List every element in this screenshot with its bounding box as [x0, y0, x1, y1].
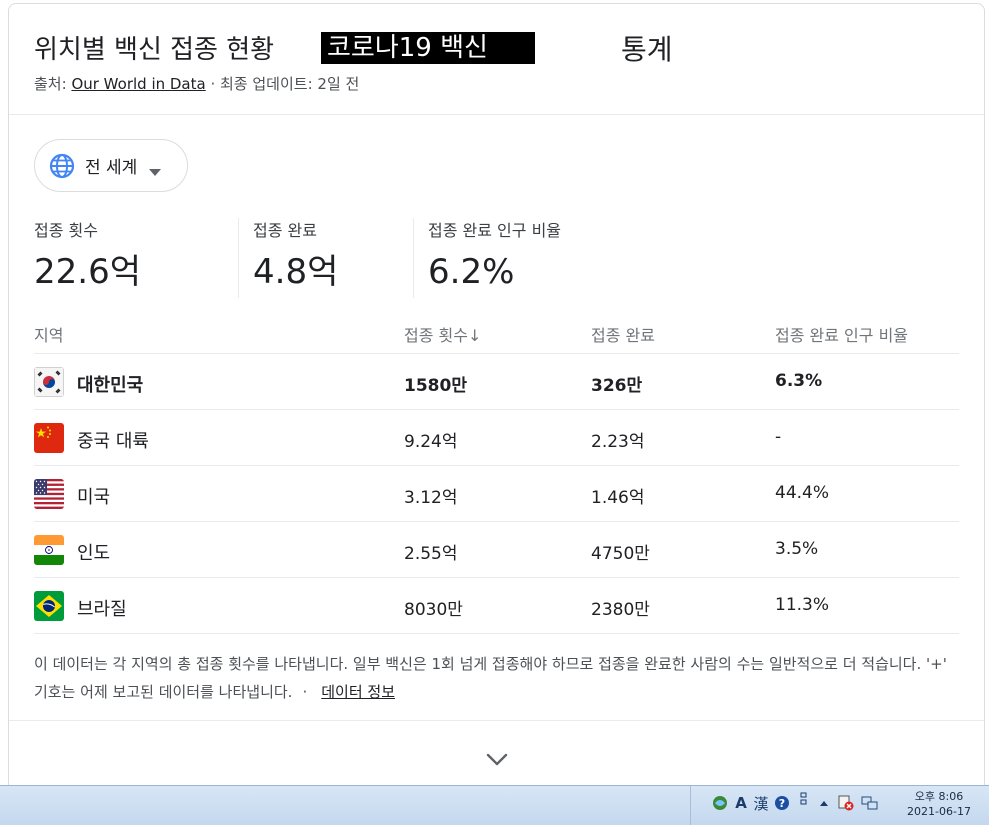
region-select-button[interactable]: 전 세계	[34, 139, 188, 192]
title-highlight: 코로나19 백신	[321, 32, 535, 64]
region-name: 중국 대륙	[77, 431, 149, 452]
stat-divider	[413, 218, 414, 298]
table-row[interactable]: 브라질 8030만 2380만 11.3%	[34, 578, 959, 634]
table-row[interactable]: 중국 대륙 9.24억 2.23억 -	[34, 410, 959, 466]
region-name: 대한민국	[77, 375, 144, 396]
column-header-fully-vaccinated[interactable]: 접종 완료	[591, 322, 655, 346]
column-header-pct[interactable]: 접종 완료 인구 비율	[775, 322, 908, 346]
footnote-separator: ·	[302, 683, 308, 701]
expand-button[interactable]	[481, 744, 513, 776]
pct-value: -	[775, 427, 782, 447]
stat-label: 접종 완료 인구 비율	[428, 221, 562, 240]
fully-vaccinated-value: 1.46억	[591, 488, 645, 508]
region-name: 인도	[77, 543, 111, 564]
source-prefix: 출처:	[34, 75, 72, 93]
table-row[interactable]: 대한민국 1580만 326만 6.3%	[34, 354, 959, 410]
stat-value: 6.2%	[428, 252, 515, 292]
ime-alpha-icon[interactable]: A	[732, 794, 750, 812]
doses-value: 2.55억	[404, 544, 458, 564]
page-title: 위치별 백신 접종 현황	[34, 35, 275, 65]
vaccine-table: 지역 접종 횟수↓ 접종 완료 접종 완료 인구 비율 대한민국 1580만 3…	[34, 316, 959, 634]
ime-hanja-icon[interactable]: 漢	[752, 794, 770, 813]
table-row[interactable]: 인도 2.55억 4750만 3.5%	[34, 522, 959, 578]
doses-value: 9.24억	[404, 432, 458, 452]
stat-label: 접종 횟수	[34, 221, 98, 240]
pct-value: 11.3%	[775, 595, 830, 615]
clock-date: 2021-06-17	[907, 805, 971, 818]
fully-vaccinated-value: 2380만	[591, 600, 650, 620]
taskbar-clock[interactable]: 오후 8:06 2021-06-17	[894, 789, 984, 819]
svg-text:?: ?	[779, 797, 785, 810]
data-info-link[interactable]: 데이터 정보	[321, 683, 395, 701]
region-name: 미국	[77, 487, 111, 508]
fully-vaccinated-value: 326만	[591, 376, 643, 396]
updated-text: · 최종 업데이트: 2일 전	[205, 75, 360, 93]
card-header: 위치별 백신 접종 현황 코로나19 백신 통계 출처: Our World i…	[9, 4, 984, 115]
region-select-label: 전 세계	[85, 158, 138, 178]
column-header-doses-sort[interactable]: 접종 횟수↓	[404, 322, 481, 346]
language-bar-icon[interactable]	[711, 794, 729, 812]
footnote: 이 데이터는 각 지역의 총 접종 횟수를 나타냅니다. 일부 백신은 1회 넘…	[34, 650, 954, 706]
action-center-icon[interactable]	[837, 794, 855, 812]
table-row[interactable]: 미국 3.12억 1.46억 44.4%	[34, 466, 959, 522]
stat-label: 접종 완료	[253, 221, 317, 240]
clock-time: 오후 8:06	[914, 790, 964, 803]
source-line: 출처: Our World in Data · 최종 업데이트: 2일 전	[34, 73, 359, 94]
vaccine-stats-card: 위치별 백신 접종 현황 코로나19 백신 통계 출처: Our World i…	[8, 3, 985, 785]
pct-value: 44.4%	[775, 483, 830, 503]
brazil-flag-icon	[34, 591, 64, 621]
pct-value: 3.5%	[775, 539, 819, 559]
stat-fully-vaccinated-pct: 접종 완료 인구 비율 6.2%	[428, 221, 561, 294]
usa-flag-icon	[34, 479, 64, 509]
stat-value: 22.6억	[34, 252, 141, 292]
china-flag-icon	[34, 423, 64, 453]
source-link[interactable]: Our World in Data	[71, 75, 205, 93]
chevron-down-icon	[486, 753, 508, 766]
stat-value: 4.8억	[253, 252, 339, 292]
table-header-row: 지역 접종 횟수↓ 접종 완료 접종 완료 인구 비율	[34, 316, 959, 354]
fully-vaccinated-value: 2.23억	[591, 432, 645, 452]
title-suffix: 통계	[621, 33, 673, 66]
region-name: 브라질	[77, 599, 127, 620]
help-icon[interactable]: ?	[773, 794, 791, 812]
stat-total-doses: 접종 횟수 22.6억	[34, 221, 141, 294]
south-korea-flag-icon	[34, 367, 64, 397]
windows-taskbar: A 漢 ? 오후 8:06 2021-06-17	[0, 785, 989, 825]
doses-value: 8030만	[404, 600, 463, 620]
stat-fully-vaccinated: 접종 완료 4.8억	[253, 221, 338, 294]
fully-vaccinated-value: 4750만	[591, 544, 650, 564]
doses-value: 3.12억	[404, 488, 458, 508]
globe-icon	[49, 153, 75, 179]
pct-value: 6.3%	[775, 371, 823, 391]
column-header-region: 지역	[34, 326, 64, 345]
doses-value: 1580만	[404, 376, 467, 396]
stat-divider	[238, 218, 239, 298]
ime-options-icon[interactable]	[795, 790, 813, 808]
system-tray: A 漢 ? 오후 8:06 2021-06-17	[690, 786, 989, 825]
chevron-down-icon	[149, 162, 162, 176]
footnote-text: 이 데이터는 각 지역의 총 접종 횟수를 나타냅니다. 일부 백신은 1회 넘…	[34, 655, 947, 701]
page: 위치별 백신 접종 현황 코로나19 백신 통계 출처: Our World i…	[0, 0, 989, 825]
footer-divider	[9, 720, 984, 721]
india-flag-icon	[34, 535, 64, 565]
show-hidden-icons-icon[interactable]	[815, 794, 833, 812]
network-icon[interactable]	[861, 794, 879, 812]
